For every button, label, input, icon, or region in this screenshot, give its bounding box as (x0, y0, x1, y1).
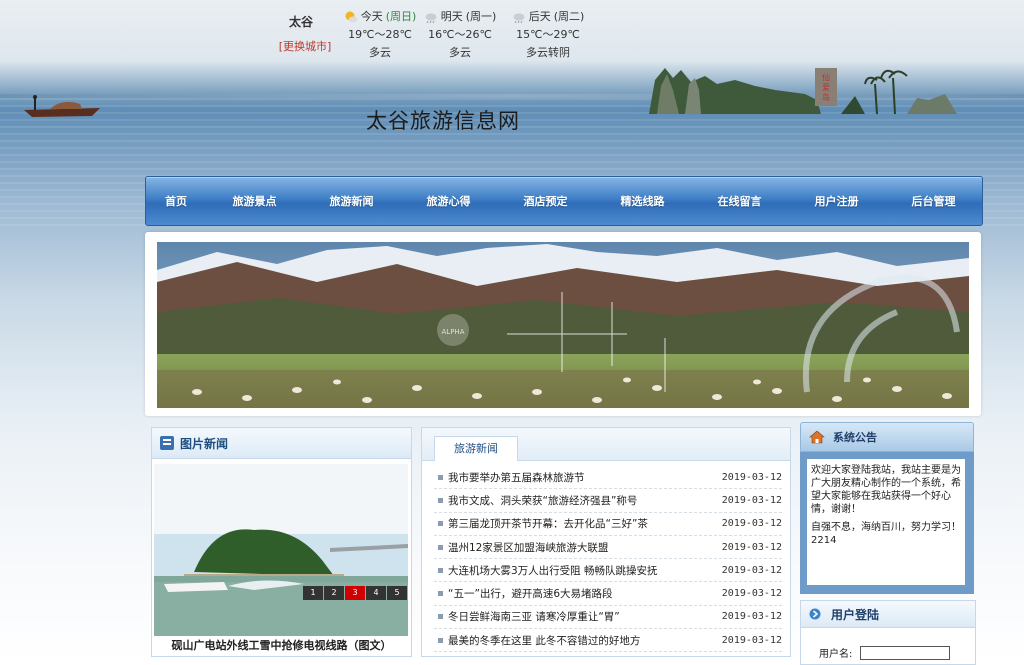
news-date: 2019-03-12 (721, 471, 782, 483)
news-item[interactable]: 我市文成、洞头荣获“旅游经济强县”称号 2019-03-12 (434, 489, 782, 513)
bullet-icon (438, 544, 443, 550)
system-notice-panel: 系统公告 欢迎大家登陆我站，我站主要是为广大朋友精心制作的一个系统，希望大家能够… (800, 422, 974, 594)
system-notice-body: 欢迎大家登陆我站，我站主要是为广大朋友精心制作的一个系统，希望大家能够在我站获得… (800, 452, 974, 594)
cloud-icon (513, 13, 525, 24)
news-date: 2019-03-12 (721, 541, 782, 553)
travel-news-panel: 旅游新闻 我市要举办第五届森林旅游节 2019-03-12 我市文成、洞头荣获“旅… (421, 427, 791, 657)
bullet-icon (438, 637, 443, 643)
username-row: 用户名: (819, 645, 951, 660)
boat-illustration (24, 95, 100, 117)
weather-widget: 太谷 [更换城市] 今天 (周日) 19℃～28℃ 多云 明天 (周一) 16℃～2… (270, 8, 610, 68)
nav-item-routes[interactable]: 精选线路 (594, 193, 691, 209)
nav-item-guestbook[interactable]: 在线留言 (691, 193, 788, 209)
banner-image: ALPHA (157, 242, 969, 408)
news-item[interactable]: 第三届龙顶开茶节开幕：去开化品“三好”茶 2019-03-12 (434, 513, 782, 536)
svg-text:岛: 岛 (822, 92, 830, 102)
weather-desc: 多云 (449, 46, 471, 59)
username-label: 用户名: (819, 649, 853, 660)
nav-item-home[interactable]: 首页 (146, 193, 206, 209)
weather-day-after: 后天 (周二) 15℃～29℃ 多云转阴 (500, 8, 596, 62)
nav-item-experiences[interactable]: 旅游心得 (400, 193, 497, 209)
slide-pager: 1 2 3 4 5 (302, 586, 407, 600)
user-login-header: 用户登陆 (801, 601, 975, 628)
weather-day-label: 明天 (440, 10, 463, 23)
travel-news-list: 我市要举办第五届森林旅游节 2019-03-12 我市文成、洞头荣获“旅游经济强县… (434, 466, 782, 653)
news-item[interactable]: 我市要举办第五届森林旅游节 2019-03-12 (434, 466, 782, 490)
weather-tomorrow: 明天 (周一) 16℃～26℃ 多云 (412, 8, 508, 62)
travel-news-tabbar: 旅游新闻 (422, 428, 790, 461)
system-notice-content: 欢迎大家登陆我站，我站主要是为广大朋友精心制作的一个系统，希望大家能够在我站获得… (807, 459, 965, 585)
news-item[interactable]: 温州12家景区加盟海峡旅游大联盟 2019-03-12 (434, 536, 782, 560)
user-login-title: 用户登陆 (831, 607, 880, 622)
bullet-icon (438, 567, 443, 573)
weather-temp: 16℃～26℃ (428, 28, 492, 41)
bullet-icon (438, 591, 443, 597)
news-title[interactable]: “五一”出行，避开高速6大易堵路段 (448, 586, 716, 601)
news-title[interactable]: 我市文成、洞头荣获“旅游经济强县”称号 (448, 493, 716, 508)
user-login-panel: 用户登陆 用户名: (800, 600, 976, 665)
news-photo[interactable] (154, 464, 408, 636)
nav-item-news[interactable]: 旅游新闻 (303, 193, 400, 209)
pager-button-active[interactable]: 3 (345, 586, 365, 600)
weather-day-label: 今天 (360, 10, 383, 23)
notice-paragraph: 自强不息，海纳百川，努力学习！2214 (811, 522, 961, 546)
news-date: 2019-03-12 (721, 518, 782, 530)
news-item[interactable]: 大连机场大雾3万人出行受阻 畅畅队跳操安抚 2019-03-12 (434, 559, 782, 583)
weather-weekday: (周二) (553, 10, 585, 23)
picture-news-panel: 图片新闻 1 2 3 4 5 砚山广电站外线工雪中抢修电视线路（图文） (151, 427, 412, 657)
news-date: 2019-03-12 (721, 588, 782, 600)
news-date: 2019-03-12 (721, 611, 782, 623)
banner-watermark: ALPHA (442, 328, 465, 336)
bullet-icon (438, 521, 443, 527)
news-title[interactable]: 大连机场大雾3万人出行受阻 畅畅队跳操安抚 (448, 563, 716, 578)
tab-travel-news[interactable]: 旅游新闻 (434, 436, 518, 461)
pager-button[interactable]: 4 (366, 586, 386, 600)
svg-text:爱: 爱 (822, 83, 830, 92)
news-item[interactable]: “五一”出行，避开高速6大易堵路段 2019-03-12 (434, 582, 782, 606)
weather-city: 太谷 (288, 15, 313, 29)
arrow-right-icon (809, 608, 821, 620)
island-scenery: 仙 爱 岛 (649, 68, 957, 115)
cloud-icon (425, 13, 437, 24)
bullet-icon (438, 474, 443, 480)
news-date: 2019-03-12 (721, 564, 782, 576)
bullet-icon (438, 614, 443, 620)
news-title[interactable]: 我市要举办第五届森林旅游节 (448, 470, 716, 485)
weather-day-label: 后天 (528, 10, 551, 23)
weather-temp: 15℃～29℃ (516, 28, 580, 41)
news-title[interactable]: 第三届龙顶开茶节开幕：去开化品“三好”茶 (448, 516, 716, 531)
picture-news-header: 图片新闻 (152, 428, 411, 459)
news-item[interactable]: 最美的冬季在这里 此冬不容错过的好地方 2019-03-12 (434, 629, 782, 653)
nav-item-attractions[interactable]: 旅游景点 (206, 193, 303, 209)
nav-item-register[interactable]: 用户注册 (788, 193, 885, 209)
picture-news-caption[interactable]: 砚山广电站外线工雪中抢修电视线路（图文） (152, 637, 411, 653)
change-city-link[interactable]: [更换城市] (274, 38, 336, 54)
main-nav: 首页 旅游景点 旅游新闻 旅游心得 酒店预定 精选线路 在线留言 用户注册 后台… (145, 176, 983, 226)
system-notice-header: 系统公告 (800, 422, 974, 452)
partly-cloudy-icon (345, 11, 358, 23)
news-title[interactable]: 冬日尝鲜海南三亚 请寒冷厚重让“胃” (448, 609, 716, 624)
news-date: 2019-03-12 (721, 494, 782, 506)
news-title[interactable]: 温州12家景区加盟海峡旅游大联盟 (448, 540, 716, 555)
news-date: 2019-03-12 (721, 634, 782, 646)
picture-news-title: 图片新闻 (180, 436, 229, 451)
pager-button[interactable]: 1 (303, 586, 323, 600)
system-notice-title: 系统公告 (833, 431, 877, 444)
nav-item-admin[interactable]: 后台管理 (885, 193, 982, 209)
site-title: 太谷旅游信息网 (366, 109, 520, 133)
news-item[interactable]: 冬日尝鲜海南三亚 请寒冷厚重让“胃” 2019-03-12 (434, 606, 782, 630)
notice-paragraph: 欢迎大家登陆我站，我站主要是为广大朋友精心制作的一个系统，希望大家能够在我站获得… (811, 465, 961, 515)
weather-weekday: (周一) (465, 10, 497, 23)
weather-desc: 多云转阴 (526, 46, 570, 59)
svg-text:仙: 仙 (822, 72, 830, 82)
news-title[interactable]: 最美的冬季在这里 此冬不容错过的好地方 (448, 633, 716, 648)
home-icon (809, 430, 825, 444)
bullet-icon (438, 497, 443, 503)
username-input[interactable] (860, 645, 951, 660)
pager-button[interactable]: 2 (324, 586, 344, 600)
news-icon (160, 436, 174, 450)
nav-item-hotel[interactable]: 酒店预定 (497, 193, 594, 209)
pager-button[interactable]: 5 (387, 586, 407, 600)
